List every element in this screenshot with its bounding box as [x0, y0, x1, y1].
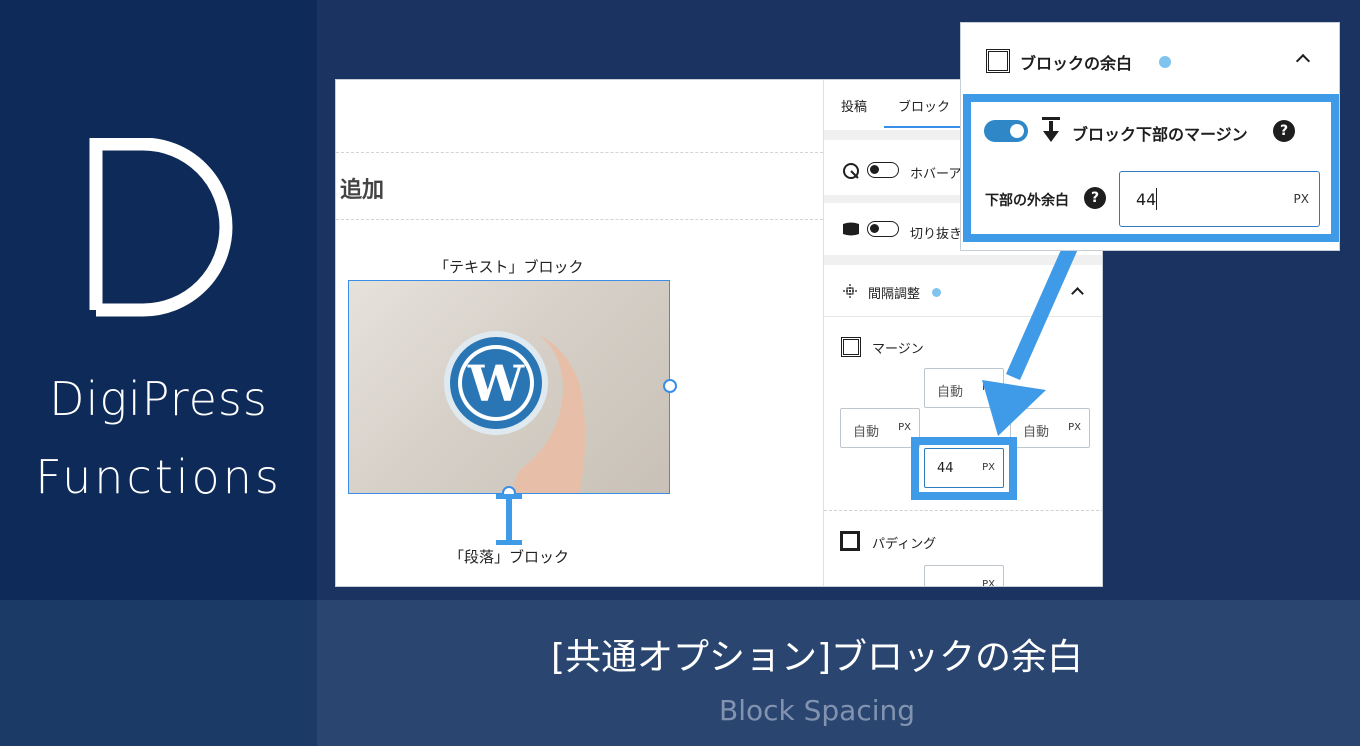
- resize-handle-right[interactable]: [663, 379, 677, 393]
- section-divider: [824, 510, 1102, 511]
- arrow-down-icon: [1042, 117, 1060, 142]
- spacing-title: 間隔調整: [868, 287, 921, 302]
- status-dot: [1159, 56, 1171, 68]
- tab-block[interactable]: ブロック: [898, 96, 950, 115]
- bottom-margin-toggle-label: ブロック下部のマージン: [1072, 125, 1248, 144]
- margin-left-unit: PX: [898, 422, 911, 433]
- margin-icon: [841, 337, 861, 357]
- clip-shape-icon: [843, 222, 859, 236]
- bottom-margin-toggle[interactable]: [984, 120, 1028, 142]
- help-icon[interactable]: ?: [1084, 187, 1106, 209]
- heading-block-text[interactable]: 追加: [340, 172, 384, 204]
- brand-panel: DigiPress Functions: [0, 0, 317, 600]
- padding-label: パディング: [872, 537, 937, 552]
- caption-title: [共通オプション]ブロックの余白: [550, 637, 1084, 678]
- hover-label: ホバーア: [910, 167, 962, 182]
- status-dot: [932, 288, 941, 297]
- spacing-indicator-icon: [496, 494, 522, 545]
- bottom-margin-value: 44: [1136, 190, 1157, 209]
- margin-left-input[interactable]: 自動 PX: [840, 408, 920, 448]
- padding-top-unit: PX: [982, 579, 995, 587]
- tab-post[interactable]: 投稿: [841, 96, 867, 115]
- hover-cursor-icon: [843, 163, 859, 179]
- bottom-margin-input[interactable]: 44 PX: [1119, 171, 1320, 227]
- digipress-logo-icon: [89, 138, 233, 317]
- paragraph-block-annotation: 「段落」ブロック: [449, 548, 570, 566]
- heading-block-outline: [336, 152, 823, 220]
- bottom-margin-unit: PX: [1293, 192, 1309, 206]
- bottom-margin-field-label: 下部の外余白: [985, 193, 1069, 209]
- help-icon[interactable]: ?: [1273, 120, 1295, 142]
- active-tab-indicator: [884, 126, 964, 128]
- brand-line-2: Functions: [35, 450, 282, 504]
- clip-toggle[interactable]: [867, 221, 899, 237]
- hover-toggle[interactable]: [867, 162, 899, 178]
- image-block[interactable]: W: [348, 280, 670, 494]
- text-block-annotation: 「テキスト」ブロック: [434, 258, 584, 276]
- margin-top-value: 自動: [937, 385, 964, 400]
- block-margin-icon: [986, 49, 1010, 73]
- spacing-icon: [843, 284, 857, 298]
- wordpress-photo-icon: W: [444, 331, 586, 493]
- caption-subtitle: Block Spacing: [718, 694, 916, 727]
- caption-left-bar: [0, 600, 317, 746]
- margin-label: マージン: [872, 342, 924, 357]
- svg-text:W: W: [467, 354, 525, 413]
- clip-label: 切り抜き: [910, 227, 963, 242]
- padding-icon: [840, 531, 860, 551]
- margin-bottom-highlight: [911, 437, 1017, 500]
- text-caret: [1156, 188, 1157, 210]
- arrow-icon: [982, 234, 1082, 436]
- chevron-up-icon[interactable]: [1295, 53, 1311, 69]
- margin-left-value: 自動: [853, 425, 880, 440]
- brand-line-1: DigiPress: [49, 372, 268, 426]
- panel-title: ブロックの余白: [1020, 54, 1133, 73]
- padding-top-input[interactable]: PX: [924, 565, 1004, 587]
